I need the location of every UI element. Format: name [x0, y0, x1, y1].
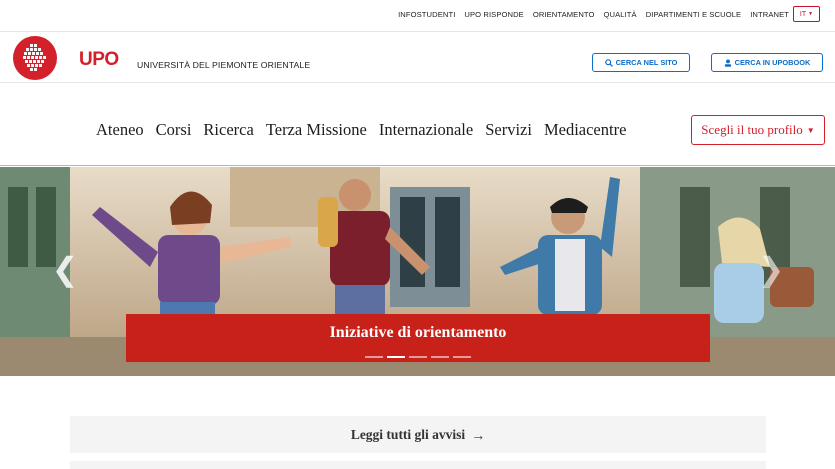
nav-item-mediacentre[interactable]: Mediacentre [544, 120, 626, 140]
main-navigation: Ateneo Corsi Ricerca Terza Missione Inte… [0, 84, 835, 166]
all-notices-link[interactable]: Leggi tutti gli avvisi → [70, 416, 766, 453]
nav-item-servizi[interactable]: Servizi [485, 120, 532, 140]
chevron-down-icon: ▼ [808, 11, 814, 17]
carousel-indicator[interactable] [409, 356, 427, 358]
language-selector[interactable]: IT ▼ [793, 6, 820, 22]
utility-link-dipartimenti[interactable]: DIPARTIMENTI E SCUOLE [646, 10, 742, 19]
all-notices-label: Leggi tutti gli avvisi [350, 426, 466, 442]
nav-item-ricerca[interactable]: Ricerca [203, 120, 253, 140]
next-section-bar [70, 461, 766, 469]
search-site-label: CERCA NEL SITO [615, 58, 678, 67]
utility-bar: INFOSTUDENTI UPO RISPONDE ORIENTAMENTO Q… [0, 0, 835, 31]
search-site-button[interactable]: CERCA NEL SITO [592, 53, 690, 72]
utility-link-infostudenti[interactable]: INFOSTUDENTI [398, 10, 455, 19]
carousel-indicator[interactable] [431, 356, 449, 358]
nav-item-ateneo[interactable]: Ateneo [96, 120, 144, 140]
carousel-indicators [365, 356, 471, 358]
utility-links: INFOSTUDENTI UPO RISPONDE ORIENTAMENTO Q… [398, 10, 789, 19]
profile-dropdown-label: Scegli il tuo profilo [701, 122, 803, 137]
arrow-right-icon: → [471, 426, 486, 443]
chevron-down-icon: ▼ [806, 125, 815, 135]
user-icon [724, 58, 731, 67]
logo-subtitle: UNIVERSITÀ DEL PIEMONTE ORIENTALE [137, 60, 311, 70]
search-upobook-label: CERCA IN UPOBOOK [734, 58, 811, 67]
piemonte-map-logo-icon[interactable] [13, 36, 57, 80]
utility-link-upo-risponde[interactable]: UPO RISPONDE [464, 10, 523, 19]
slide-caption-title: Iniziative di orientamento [329, 324, 507, 341]
carousel-next-arrow-icon[interactable]: ❯ [756, 251, 786, 287]
profile-dropdown-button[interactable]: Scegli il tuo profilo ▼ [691, 115, 825, 145]
search-upobook-button[interactable]: CERCA IN UPOBOOK [711, 53, 823, 72]
nav-item-corsi[interactable]: Corsi [156, 120, 192, 140]
slide-caption[interactable]: Iniziative di orientamento [126, 314, 710, 362]
carousel-indicator-active[interactable] [387, 356, 405, 358]
nav-item-internazionale[interactable]: Internazionale [379, 120, 473, 140]
carousel-indicator[interactable] [365, 356, 383, 358]
utility-link-intranet[interactable]: INTRANET [750, 10, 789, 19]
search-icon [604, 58, 613, 67]
utility-link-orientamento[interactable]: ORIENTAMENTO [533, 10, 595, 19]
hero-carousel: ❮ ❯ Iniziative di orientamento [0, 167, 835, 376]
carousel-prev-arrow-icon[interactable]: ❮ [50, 251, 80, 287]
utility-link-qualita[interactable]: QUALITÀ [604, 10, 637, 19]
carousel-indicator[interactable] [453, 356, 471, 358]
logo-wordmark[interactable]: UPO [79, 50, 119, 69]
language-label: IT [799, 10, 807, 18]
nav-item-terza-missione[interactable]: Terza Missione [266, 120, 367, 140]
site-header: UPO UNIVERSITÀ DEL PIEMONTE ORIENTALE CE… [0, 31, 835, 83]
nav-menu: Ateneo Corsi Ricerca Terza Missione Inte… [96, 120, 626, 140]
